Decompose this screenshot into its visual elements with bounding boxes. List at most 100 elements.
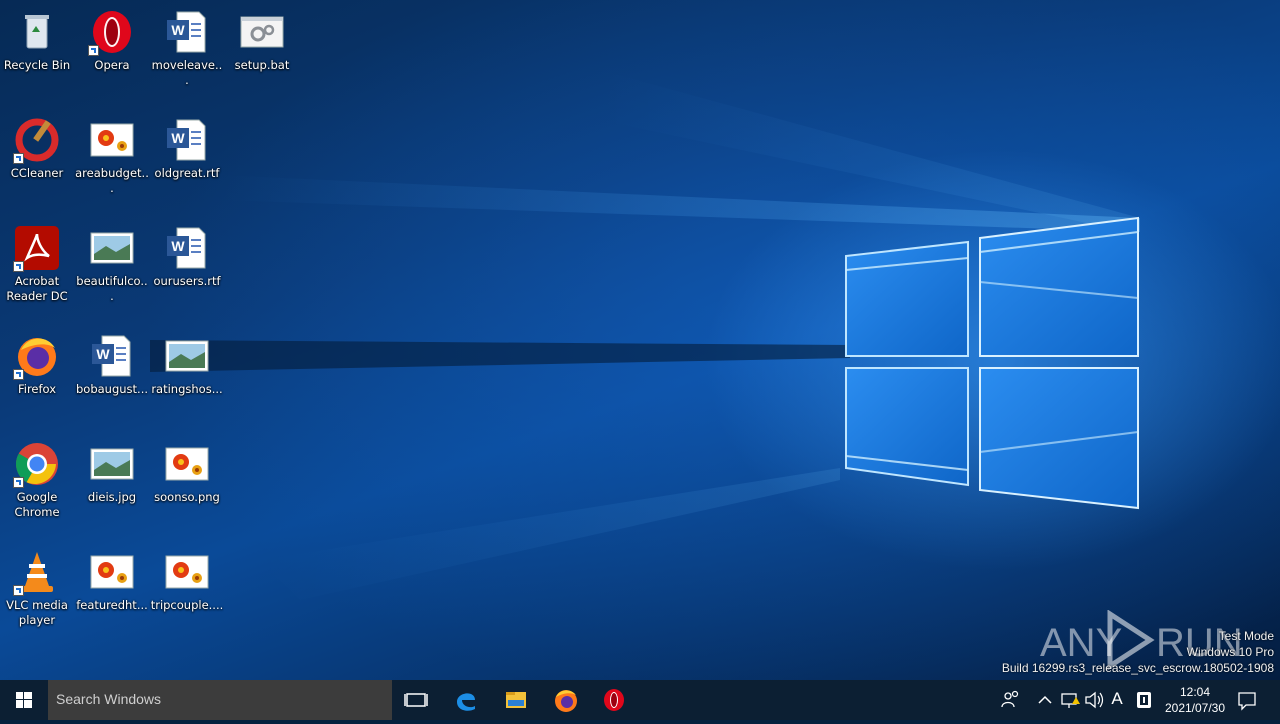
windows-logo-icon	[16, 692, 32, 708]
batch-file-icon	[238, 8, 286, 56]
photo-file-icon	[163, 332, 211, 380]
desktop-icon-label: Acrobat Reader DC	[6, 274, 68, 303]
word-document-icon: W	[163, 8, 211, 56]
chrome-icon	[13, 440, 61, 488]
desktop-icon-opera[interactable]: Opera	[75, 4, 149, 104]
desktop-icon-featuredht[interactable]: featuredht...	[75, 544, 149, 644]
people-icon	[1001, 690, 1019, 708]
desktop-icon-areabudget[interactable]: areabudget...	[75, 112, 149, 212]
taskbar-edge-button[interactable]	[442, 680, 490, 720]
svg-text:W: W	[171, 22, 185, 38]
svg-text:W: W	[96, 346, 110, 362]
input-method-button[interactable]: A	[1106, 680, 1128, 720]
desktop-icon-oldgreat[interactable]: W oldgreat.rtf	[150, 112, 224, 212]
chevron-up-icon	[1038, 695, 1052, 704]
search-input[interactable]: Search Windows	[48, 680, 392, 720]
desktop-icon-label: areabudget...	[75, 166, 149, 195]
word-document-icon: W	[163, 116, 211, 164]
image-file-icon	[163, 440, 211, 488]
svg-text:W: W	[171, 238, 185, 254]
taskbar-opera-button[interactable]	[590, 680, 638, 720]
recycle-bin-icon	[13, 8, 61, 56]
ccleaner-icon	[13, 116, 61, 164]
desktop-icon-acrobat[interactable]: Acrobat Reader DC	[0, 220, 74, 320]
desktop-icon-label: featuredht...	[76, 598, 148, 612]
desktop-icon-chrome[interactable]: Google Chrome	[0, 436, 74, 536]
clock-date: 2021/07/30	[1164, 701, 1226, 715]
security-button[interactable]	[1132, 680, 1156, 720]
people-button[interactable]	[996, 680, 1024, 720]
desktop-icon-label: Firefox	[17, 382, 57, 396]
desktop-icon-moveleave[interactable]: W moveleave...	[150, 4, 224, 104]
desktop-icon-setup-bat[interactable]: setup.bat	[225, 4, 299, 104]
desktop-icon-ourusers[interactable]: W ourusers.rtf	[150, 220, 224, 320]
shortcut-arrow-icon	[88, 45, 99, 56]
desktop-icon-bobaugust[interactable]: W bobaugust...	[75, 328, 149, 428]
desktop-icon-label: Opera	[94, 58, 130, 72]
desktop-icon-soonso[interactable]: soonso.png	[150, 436, 224, 536]
task-view-icon	[404, 693, 428, 707]
desktop-icon-beautifulco[interactable]: beautifulco...	[75, 220, 149, 320]
desktop-icon-label: Google Chrome	[14, 490, 60, 519]
desktop-icon-vlc[interactable]: VLC media player	[0, 544, 74, 644]
shortcut-arrow-icon	[13, 369, 24, 380]
desktop-icon-label: tripcouple....	[150, 598, 224, 612]
opera-icon	[604, 689, 624, 711]
image-file-icon	[88, 116, 136, 164]
watermark-test-mode: Test Mode	[1218, 629, 1274, 643]
search-placeholder: Search Windows	[56, 691, 162, 707]
desktop-icon-label: beautifulco...	[76, 274, 148, 303]
desktop-icon-ratingshos[interactable]: ratingshos...	[150, 328, 224, 428]
desktop-icon-label: dieis.jpg	[87, 490, 137, 504]
desktop-icon-tripcouple[interactable]: tripcouple....	[150, 544, 224, 644]
opera-icon	[88, 8, 136, 56]
watermark-edition: Windows 10 Pro	[1186, 645, 1274, 659]
action-center-icon	[1238, 692, 1256, 711]
svg-text:W: W	[171, 130, 185, 146]
desktop-icon-ccleaner[interactable]: CCleaner	[0, 112, 74, 212]
desktop-icon-label: moveleave...	[151, 58, 223, 87]
volume-button[interactable]	[1082, 680, 1106, 720]
taskbar: Search Windows A 12:04 2021/07/30	[0, 680, 1280, 720]
shortcut-arrow-icon	[13, 477, 24, 488]
desktop-icon-label: setup.bat	[234, 58, 290, 72]
task-view-button[interactable]	[392, 680, 440, 720]
desktop-icon-label: oldgreat.rtf	[154, 166, 220, 180]
show-hidden-icons-button[interactable]	[1034, 680, 1056, 720]
desktop-icon-firefox[interactable]: Firefox	[0, 328, 74, 428]
desktop-icon-recycle-bin[interactable]: Recycle Bin	[0, 4, 74, 104]
desktop-icon-label: CCleaner	[10, 166, 64, 180]
desktop-icon-label: ratingshos...	[151, 382, 223, 396]
ime-icon: A	[1111, 689, 1123, 708]
network-button[interactable]	[1058, 680, 1082, 720]
word-document-icon: W	[88, 332, 136, 380]
shortcut-arrow-icon	[13, 585, 24, 596]
desktop-icon-label: soonso.png	[154, 490, 220, 504]
desktop-icon-label: ourusers.rtf	[153, 274, 221, 288]
photo-file-icon	[88, 224, 136, 272]
network-icon	[1061, 693, 1080, 708]
edge-icon	[457, 693, 475, 711]
word-document-icon: W	[163, 224, 211, 272]
image-file-icon	[163, 548, 211, 596]
taskbar-file-explorer-button[interactable]	[492, 680, 540, 720]
firefox-icon	[13, 332, 61, 380]
taskbar-firefox-button[interactable]	[542, 680, 590, 720]
photo-file-icon	[88, 440, 136, 488]
vlc-icon	[13, 548, 61, 596]
shortcut-arrow-icon	[13, 261, 24, 272]
start-button[interactable]	[0, 680, 48, 720]
security-icon	[1137, 692, 1151, 708]
firefox-icon	[555, 690, 577, 712]
action-center-button[interactable]	[1232, 680, 1262, 720]
windows-watermark: Test Mode Windows 10 Pro Build 16299.rs3…	[1002, 628, 1274, 676]
desktop-icon-label: Recycle Bin	[3, 58, 71, 72]
shortcut-arrow-icon	[13, 153, 24, 164]
desktop-icon-label: bobaugust...	[75, 382, 149, 396]
image-file-icon	[88, 548, 136, 596]
clock-time: 12:04	[1179, 685, 1211, 699]
clock[interactable]: 12:04 2021/07/30	[1160, 680, 1230, 720]
file-explorer-icon	[506, 692, 526, 708]
desktop-icon-dieis[interactable]: dieis.jpg	[75, 436, 149, 536]
desktop-icon-label: VLC media player	[6, 598, 68, 627]
